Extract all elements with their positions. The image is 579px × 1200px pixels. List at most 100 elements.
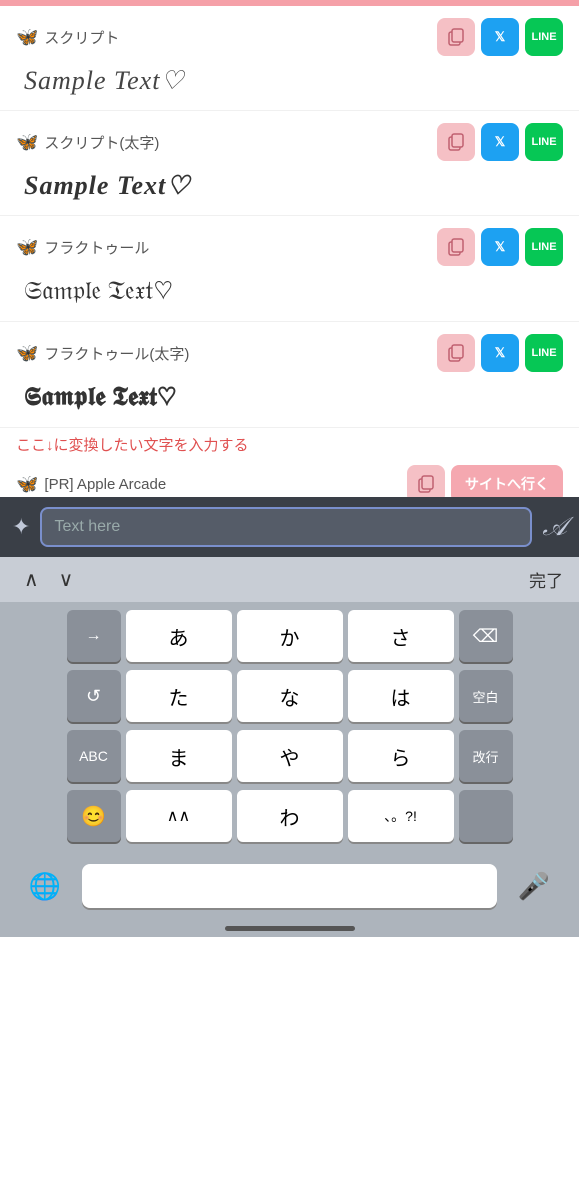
line-icon-3: LINE [531,241,556,253]
font-header-fraktur-bold: 🦋 フラクトゥール(太字) 𝕏 LINE [16,334,563,372]
key-a[interactable]: あ [126,610,232,662]
nav-left: ∧ ∨ [16,565,81,594]
twitter-icon-2: 𝕏 [495,134,505,150]
nav-down-button[interactable]: ∨ [51,565,82,594]
partial-site-label: サイトへ行く [465,476,549,492]
action-buttons-script: 𝕏 LINE [437,18,563,56]
keyboard-row-1: → あ か さ ⌫ [4,610,575,662]
line-button-fraktur[interactable]: LINE [525,228,563,266]
instruction-row: ここ↓に変換したい文字を入力する [0,428,579,461]
twitter-button-fraktur[interactable]: 𝕏 [481,228,519,266]
partial-buttons: サイトへ行く [407,465,563,497]
key-ya[interactable]: や [237,730,343,782]
font-style-icon: 𝒜 [542,512,567,543]
butterfly-icon-4: 🦋 [16,343,38,364]
key-na[interactable]: な [237,670,343,722]
sample-text-script-bold: Sample Text♡ [16,167,563,205]
partial-copy-button[interactable] [407,465,445,497]
line-button-fraktur-bold[interactable]: LINE [525,334,563,372]
font-section-script: 🦋 スクリプト 𝕏 LINE Sample Text♡ [0,6,579,111]
butterfly-icon-5: 🦋 [16,474,38,495]
font-header-script: 🦋 スクリプト 𝕏 LINE [16,18,563,56]
copy-button-fraktur[interactable] [437,228,475,266]
copy-button-script[interactable] [437,18,475,56]
keyboard-row-4: 😊 ∧∧ わ 、。?! [4,790,575,842]
font-name-row-fraktur-bold: 🦋 フラクトゥール(太字) [16,343,189,364]
copy-icon-4 [446,343,466,363]
instruction-text: ここ↓に変換したい文字を入力する [16,437,249,454]
key-ta[interactable]: た [126,670,232,722]
sample-text-fraktur: 𝔖𝔞𝔪𝔭𝔩𝔢 𝔗𝔢𝔵𝔱♡ [16,272,563,311]
copy-icon-2 [446,132,466,152]
font-label-script-bold: スクリプト(太字) [44,132,159,153]
sparkle-icon: ✦ [12,514,30,540]
key-ha[interactable]: は [348,670,454,722]
partial-font-name: 🦋 [PR] Apple Arcade [16,474,166,495]
kb-space-bar[interactable] [82,864,497,908]
line-icon: LINE [531,31,556,43]
key-return[interactable]: 改行 [459,730,513,782]
twitter-icon-3: 𝕏 [495,239,505,255]
key-ma[interactable]: ま [126,730,232,782]
key-empty[interactable] [459,790,513,842]
text-input[interactable] [40,507,532,547]
font-label-script: スクリプト [44,27,119,48]
copy-icon [446,27,466,47]
keyboard-row-3: ABC ま や ら 改行 [4,730,575,782]
keyboard-area: → あ か さ ⌫ ↺ た な は 空白 ABC ま や ら 改行 😊 ∧∧ わ… [0,602,579,858]
key-abc[interactable]: ABC [67,730,121,782]
partial-section: 🦋 [PR] Apple Arcade サイトへ行く [0,461,579,497]
nav-row: ∧ ∨ 完了 [0,557,579,602]
line-button-script-bold[interactable]: LINE [525,123,563,161]
line-button-script[interactable]: LINE [525,18,563,56]
font-header-fraktur: 🦋 フラクトゥール 𝕏 LINE [16,228,563,266]
butterfly-icon-1: 🦋 [16,27,38,48]
twitter-button-script-bold[interactable]: 𝕏 [481,123,519,161]
home-indicator [0,918,579,937]
font-label-fraktur-bold: フラクトゥール(太字) [44,343,189,364]
butterfly-icon-2: 🦋 [16,132,38,153]
input-bar: ✦ 𝒜 [0,497,579,557]
keyboard-row-2: ↺ た な は 空白 [4,670,575,722]
key-sa[interactable]: さ [348,610,454,662]
key-delete[interactable]: ⌫ [459,610,513,662]
copy-button-script-bold[interactable] [437,123,475,161]
twitter-button-fraktur-bold[interactable]: 𝕏 [481,334,519,372]
sample-text-fraktur-bold: 𝕾𝖆𝖒𝖕𝖑𝖊 𝕿𝖊𝖝𝖙♡ [16,378,563,417]
key-dakuten[interactable]: ∧∧ [126,790,232,842]
twitter-button-script[interactable]: 𝕏 [481,18,519,56]
key-ka[interactable]: か [237,610,343,662]
partial-copy-icon [416,474,436,494]
font-name-row-script-bold: 🦋 スクリプト(太字) [16,132,159,153]
twitter-icon: 𝕏 [495,29,505,45]
butterfly-icon-3: 🦋 [16,237,38,258]
line-icon-2: LINE [531,136,556,148]
key-arrow-right[interactable]: → [67,610,121,662]
font-section-fraktur-bold: 🦋 フラクトゥール(太字) 𝕏 LINE 𝕾𝖆𝖒𝖕𝖑𝖊 𝕿𝖊𝖝𝖙♡ [0,322,579,428]
partial-label: [PR] Apple Arcade [44,476,166,493]
key-punctuation[interactable]: 、。?! [348,790,454,842]
font-section-script-bold: 🦋 スクリプト(太字) 𝕏 LINE Sample Text♡ [0,111,579,216]
twitter-icon-4: 𝕏 [495,345,505,361]
action-buttons-fraktur-bold: 𝕏 LINE [437,334,563,372]
partial-site-button[interactable]: サイトへ行く [451,465,563,497]
nav-done-button[interactable]: 完了 [529,567,563,592]
font-label-fraktur: フラクトゥール [44,237,149,258]
key-undo[interactable]: ↺ [67,670,121,722]
kb-mic-button[interactable]: 🎤 [509,864,559,908]
kb-globe-button[interactable]: 🌐 [20,864,70,908]
font-name-row-script: 🦋 スクリプト [16,27,119,48]
line-icon-4: LINE [531,347,556,359]
kb-bottom-bar: 🌐 🎤 [0,858,579,918]
key-emoji[interactable]: 😊 [67,790,121,842]
key-ra[interactable]: ら [348,730,454,782]
copy-icon-3 [446,237,466,257]
font-name-row-fraktur: 🦋 フラクトゥール [16,237,149,258]
home-bar [225,926,355,931]
font-section-fraktur: 🦋 フラクトゥール 𝕏 LINE 𝔖𝔞𝔪𝔭𝔩𝔢 𝔗𝔢𝔵𝔱♡ [0,216,579,322]
sample-text-script: Sample Text♡ [16,62,563,100]
copy-button-fraktur-bold[interactable] [437,334,475,372]
key-wa[interactable]: わ [237,790,343,842]
key-space-jp[interactable]: 空白 [459,670,513,722]
nav-up-button[interactable]: ∧ [16,565,47,594]
